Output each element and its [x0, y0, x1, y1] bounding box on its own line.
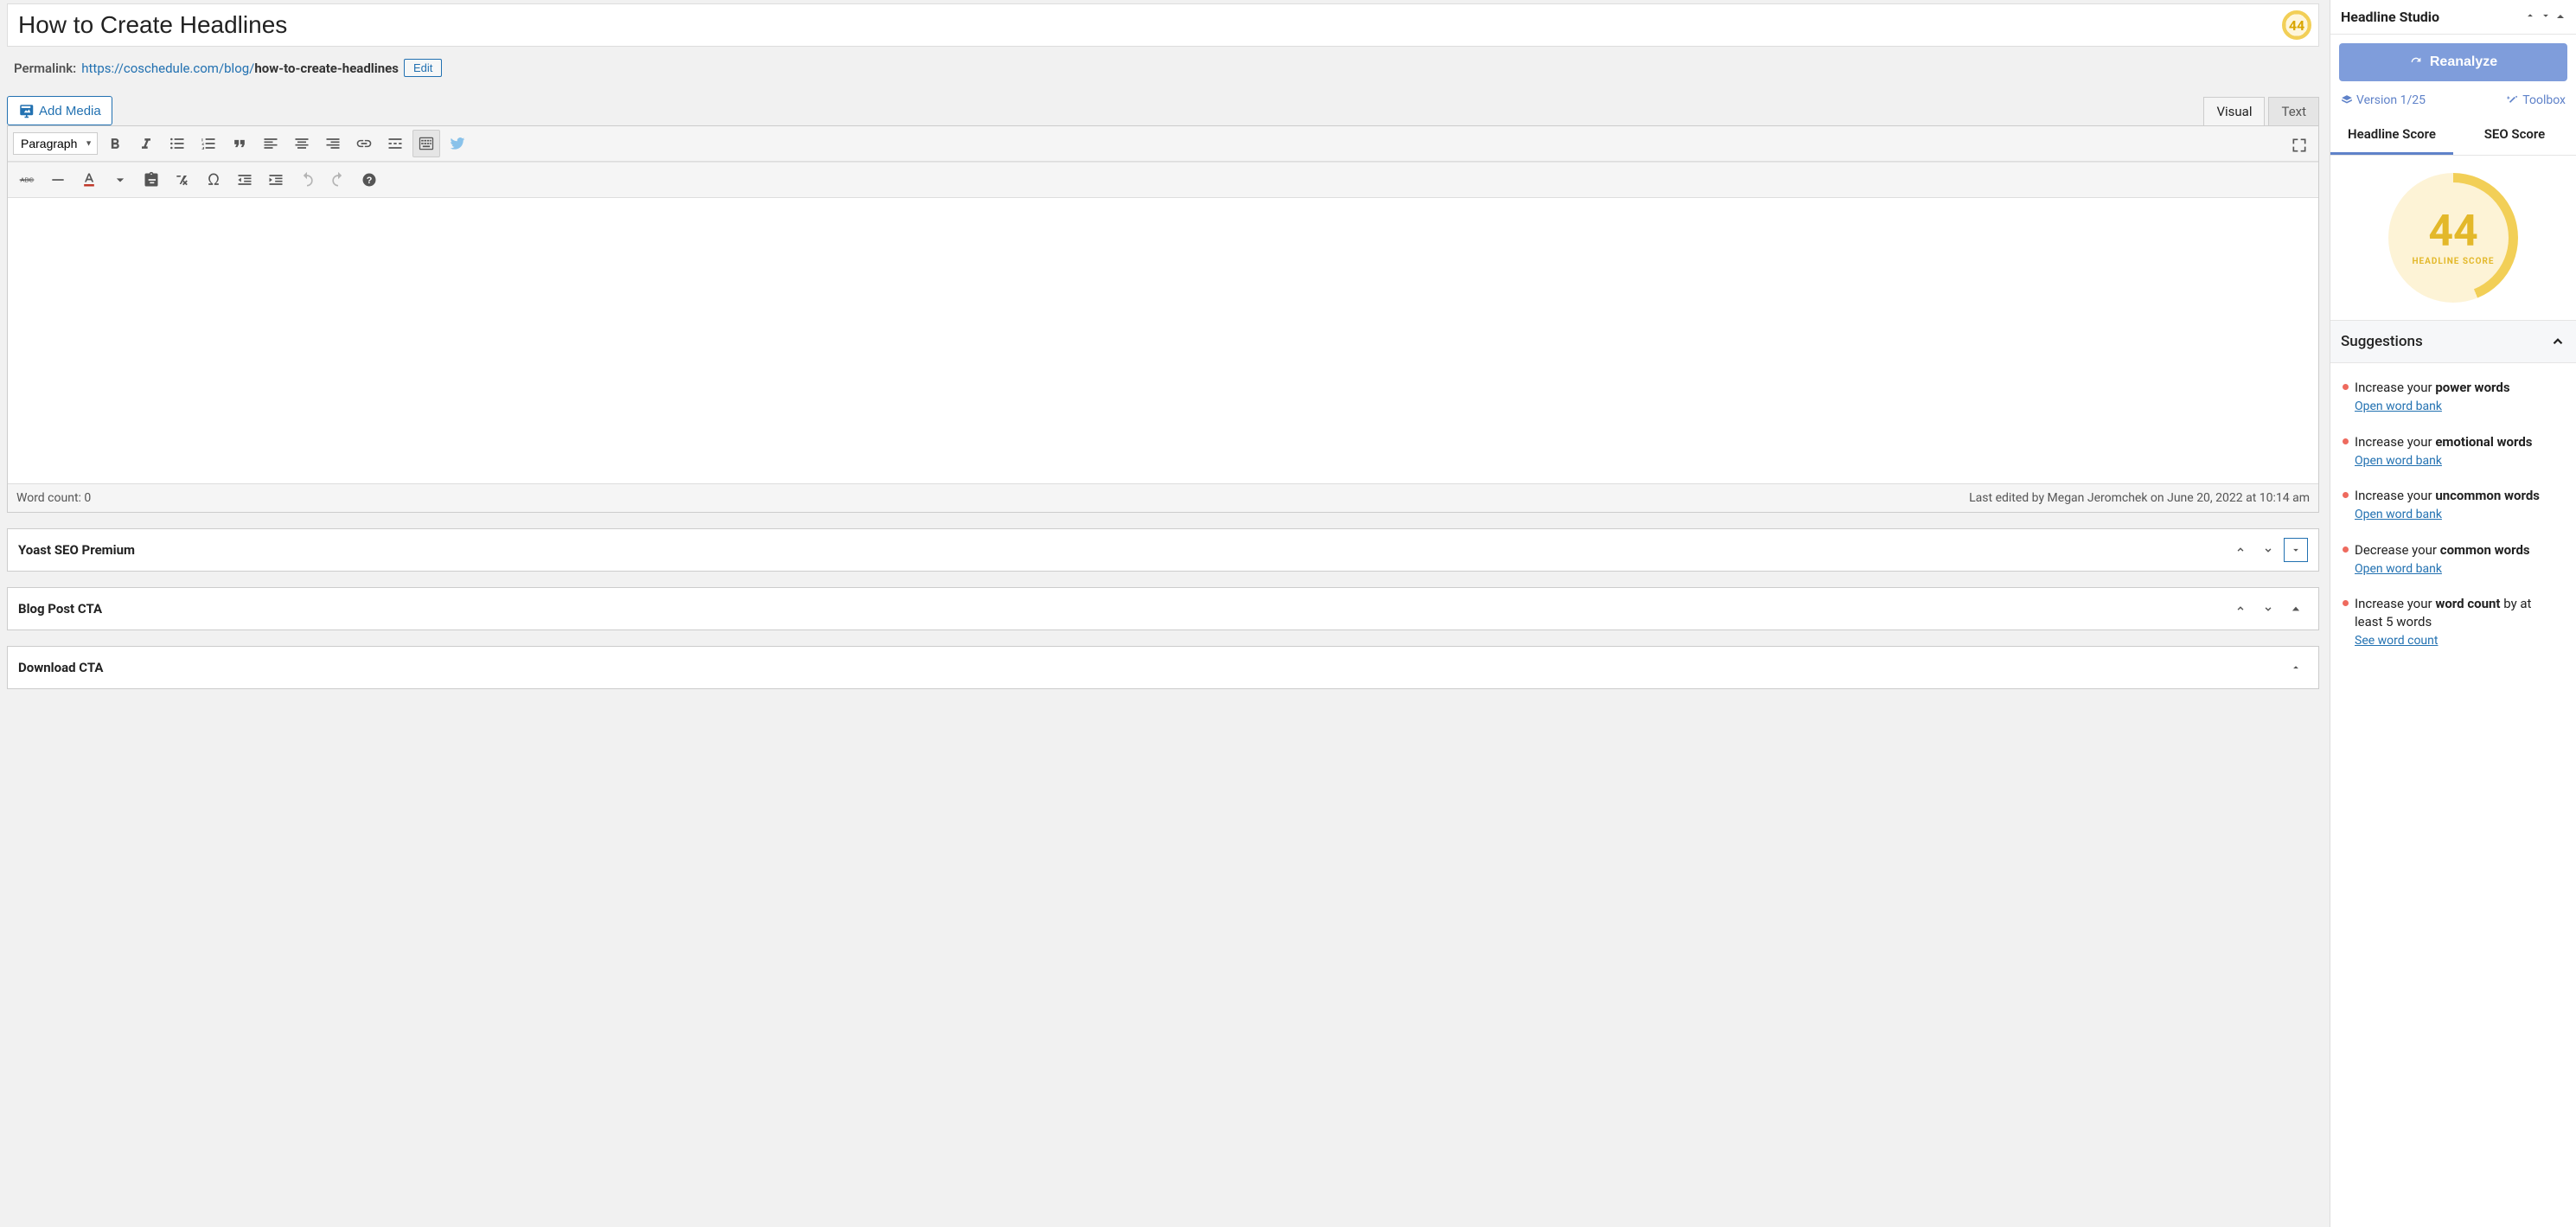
edit-permalink-button[interactable]: Edit — [404, 59, 442, 77]
version-link[interactable]: Version 1/25 — [2341, 93, 2426, 107]
title-score-badge[interactable]: 44 — [2282, 10, 2311, 40]
suggestion-action-link[interactable]: Open word bank — [2355, 507, 2442, 524]
suggestion-item: Increase your word count by at least 5 w… — [2330, 586, 2576, 659]
redo-button[interactable] — [324, 166, 352, 194]
panel-collapse-icon[interactable] — [2555, 10, 2566, 25]
permalink-base[interactable]: https://coschedule.com/blog/ — [81, 61, 254, 76]
reanalyze-button[interactable]: Reanalyze — [2339, 43, 2567, 81]
suggestion-item: Decrease your common wordsOpen word bank — [2330, 533, 2576, 587]
panel-down-icon[interactable] — [2540, 10, 2552, 25]
blockquote-button[interactable] — [226, 130, 253, 157]
tab-seo-score[interactable]: SEO Score — [2453, 116, 2576, 155]
outdent-button[interactable] — [231, 166, 259, 194]
align-center-button[interactable] — [288, 130, 316, 157]
editor-content-area[interactable] — [8, 198, 2318, 483]
text-color-button[interactable] — [75, 166, 103, 194]
add-media-button[interactable]: Add Media — [7, 96, 112, 125]
post-title-input[interactable] — [15, 6, 2282, 44]
indent-button[interactable] — [262, 166, 290, 194]
dropdown-toggle-icon[interactable] — [2284, 538, 2308, 562]
tab-visual[interactable]: Visual — [2203, 97, 2265, 125]
suggestion-item: Increase your uncommon wordsOpen word ba… — [2330, 478, 2576, 533]
numbered-list-button[interactable] — [195, 130, 222, 157]
align-right-button[interactable] — [319, 130, 347, 157]
italic-button[interactable] — [132, 130, 160, 157]
svg-text:?: ? — [367, 176, 373, 186]
meta-box-title: Blog Post CTA — [18, 601, 102, 617]
layers-icon — [2341, 94, 2353, 106]
tab-text[interactable]: Text — [2268, 97, 2319, 125]
permalink-label: Permalink: — [14, 61, 76, 76]
strikethrough-button[interactable]: ABC — [13, 166, 41, 194]
score-label: HEADLINE SCORE — [2412, 257, 2494, 266]
editor-box: Paragraph ABC ? — [7, 125, 2319, 513]
sidebar-title: Headline Studio — [2341, 9, 2439, 25]
special-char-button[interactable] — [200, 166, 227, 194]
tab-headline-score[interactable]: Headline Score — [2330, 116, 2453, 155]
move-up-icon[interactable] — [2228, 538, 2253, 562]
media-icon — [18, 103, 34, 118]
twitter-button[interactable] — [444, 130, 471, 157]
suggestion-action-link[interactable]: Open word bank — [2355, 399, 2442, 416]
wand-icon — [2507, 94, 2519, 106]
last-edited-text: Last edited by Megan Jeromchek on June 2… — [1969, 491, 2310, 505]
readmore-button[interactable] — [381, 130, 409, 157]
help-button[interactable]: ? — [355, 166, 383, 194]
hr-button[interactable] — [44, 166, 72, 194]
bullet-list-button[interactable] — [163, 130, 191, 157]
suggestions-header[interactable]: Suggestions — [2330, 320, 2576, 363]
refresh-icon — [2409, 55, 2423, 69]
collapse-triangle-icon[interactable] — [2284, 597, 2308, 621]
suggestion-item: Increase your power wordsOpen word bank — [2330, 370, 2576, 425]
permalink-row: Permalink: https://coschedule.com/blog/h… — [7, 47, 2319, 96]
move-down-icon[interactable] — [2256, 597, 2280, 621]
suggestion-action-link[interactable]: See word count — [2355, 633, 2438, 650]
meta-box-title: Download CTA — [18, 660, 103, 675]
word-count-value: 0 — [84, 491, 91, 505]
text-color-dropdown[interactable] — [106, 166, 134, 194]
link-button[interactable] — [350, 130, 378, 157]
move-up-icon[interactable] — [2228, 597, 2253, 621]
panel-up-icon[interactable] — [2524, 10, 2536, 25]
toggle-icon[interactable] — [2284, 655, 2308, 680]
toolbar-toggle-button[interactable] — [412, 130, 440, 157]
permalink-slug: how-to-create-headlines — [254, 61, 399, 76]
score-number: 44 — [2428, 210, 2477, 253]
block-format-select[interactable]: Paragraph — [13, 132, 98, 155]
meta-box-title: Yoast SEO Premium — [18, 542, 135, 558]
align-left-button[interactable] — [257, 130, 284, 157]
toolbox-link[interactable]: Toolbox — [2507, 93, 2566, 107]
paste-text-button[interactable] — [137, 166, 165, 194]
bold-button[interactable] — [101, 130, 129, 157]
suggestion-action-link[interactable]: Open word bank — [2355, 453, 2442, 470]
suggestion-item: Increase your emotional wordsOpen word b… — [2330, 425, 2576, 479]
clear-formatting-button[interactable] — [169, 166, 196, 194]
suggestion-action-link[interactable]: Open word bank — [2355, 561, 2442, 578]
chevron-up-icon — [2550, 334, 2566, 349]
undo-button[interactable] — [293, 166, 321, 194]
word-count-label: Word count: — [16, 491, 81, 505]
move-down-icon[interactable] — [2256, 538, 2280, 562]
score-gauge: 44 HEADLINE SCORE — [2388, 173, 2518, 303]
fullscreen-button[interactable] — [2285, 131, 2313, 159]
